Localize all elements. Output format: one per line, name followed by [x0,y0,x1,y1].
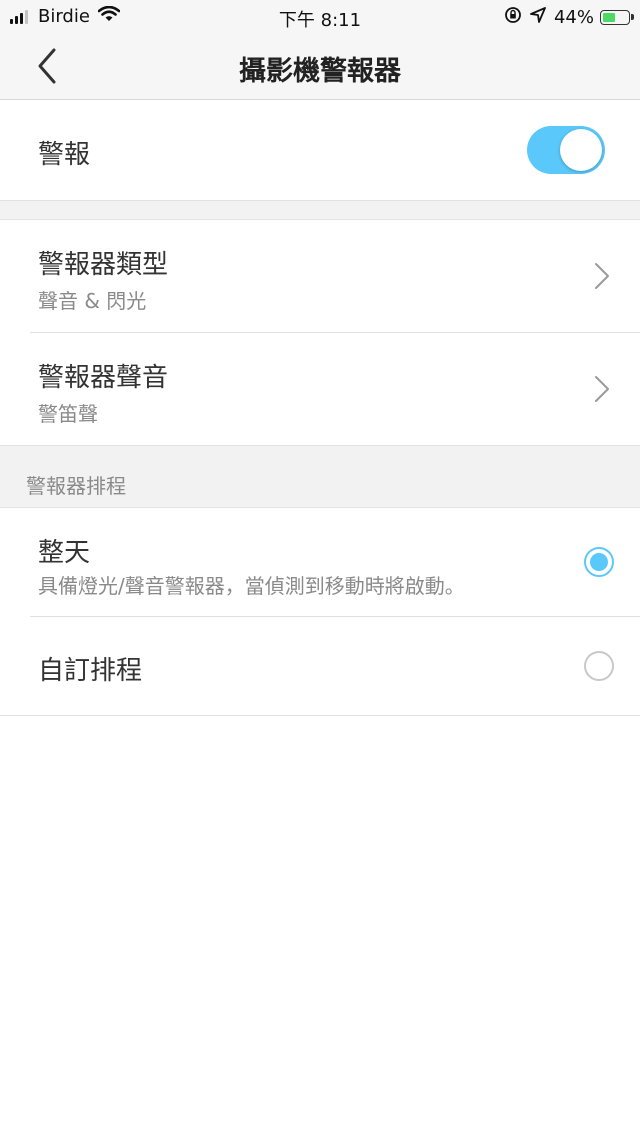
alarm-row: 警報 [0,100,640,200]
section-gap [0,200,640,220]
divider [0,715,640,716]
all-day-radio[interactable] [584,547,614,577]
custom-schedule-label: 自訂排程 [38,656,143,686]
status-bar: Birdie 下午 8:11 44% [0,0,640,32]
all-day-label: 整天 [38,538,91,568]
status-right: 44% [504,6,634,29]
page-title: 攝影機警報器 [239,56,401,87]
chevron-right-icon [595,376,609,402]
alarm-toggle[interactable] [527,126,605,174]
navigation-bar: 攝影機警報器 [0,32,640,100]
alarm-type-row[interactable]: 警報器類型 聲音 & 閃光 [0,220,640,332]
alarm-sound-value: 警笛聲 [38,402,98,426]
orientation-lock-icon [504,6,522,29]
chevron-right-icon [595,263,609,289]
alarm-type-label: 警報器類型 [38,250,169,280]
custom-schedule-radio[interactable] [584,651,614,681]
schedule-option-all-day[interactable]: 整天 具備燈光/聲音警報器，當偵測到移動時將啟動。 [0,508,640,616]
battery-charging-icon [600,10,634,25]
toggle-knob [560,129,602,171]
alarm-sound-label: 警報器聲音 [38,363,169,393]
alarm-type-value: 聲音 & 閃光 [38,289,147,313]
battery-percent: 44% [553,7,594,28]
alarm-sound-row[interactable]: 警報器聲音 警笛聲 [0,333,640,445]
location-icon [530,7,546,28]
alarm-label: 警報 [38,140,91,170]
schedule-section-header: 警報器排程 [0,445,640,508]
schedule-header-label: 警報器排程 [26,474,126,498]
schedule-option-custom[interactable]: 自訂排程 [0,617,640,715]
all-day-description: 具備燈光/聲音警報器，當偵測到移動時將啟動。 [38,574,465,598]
